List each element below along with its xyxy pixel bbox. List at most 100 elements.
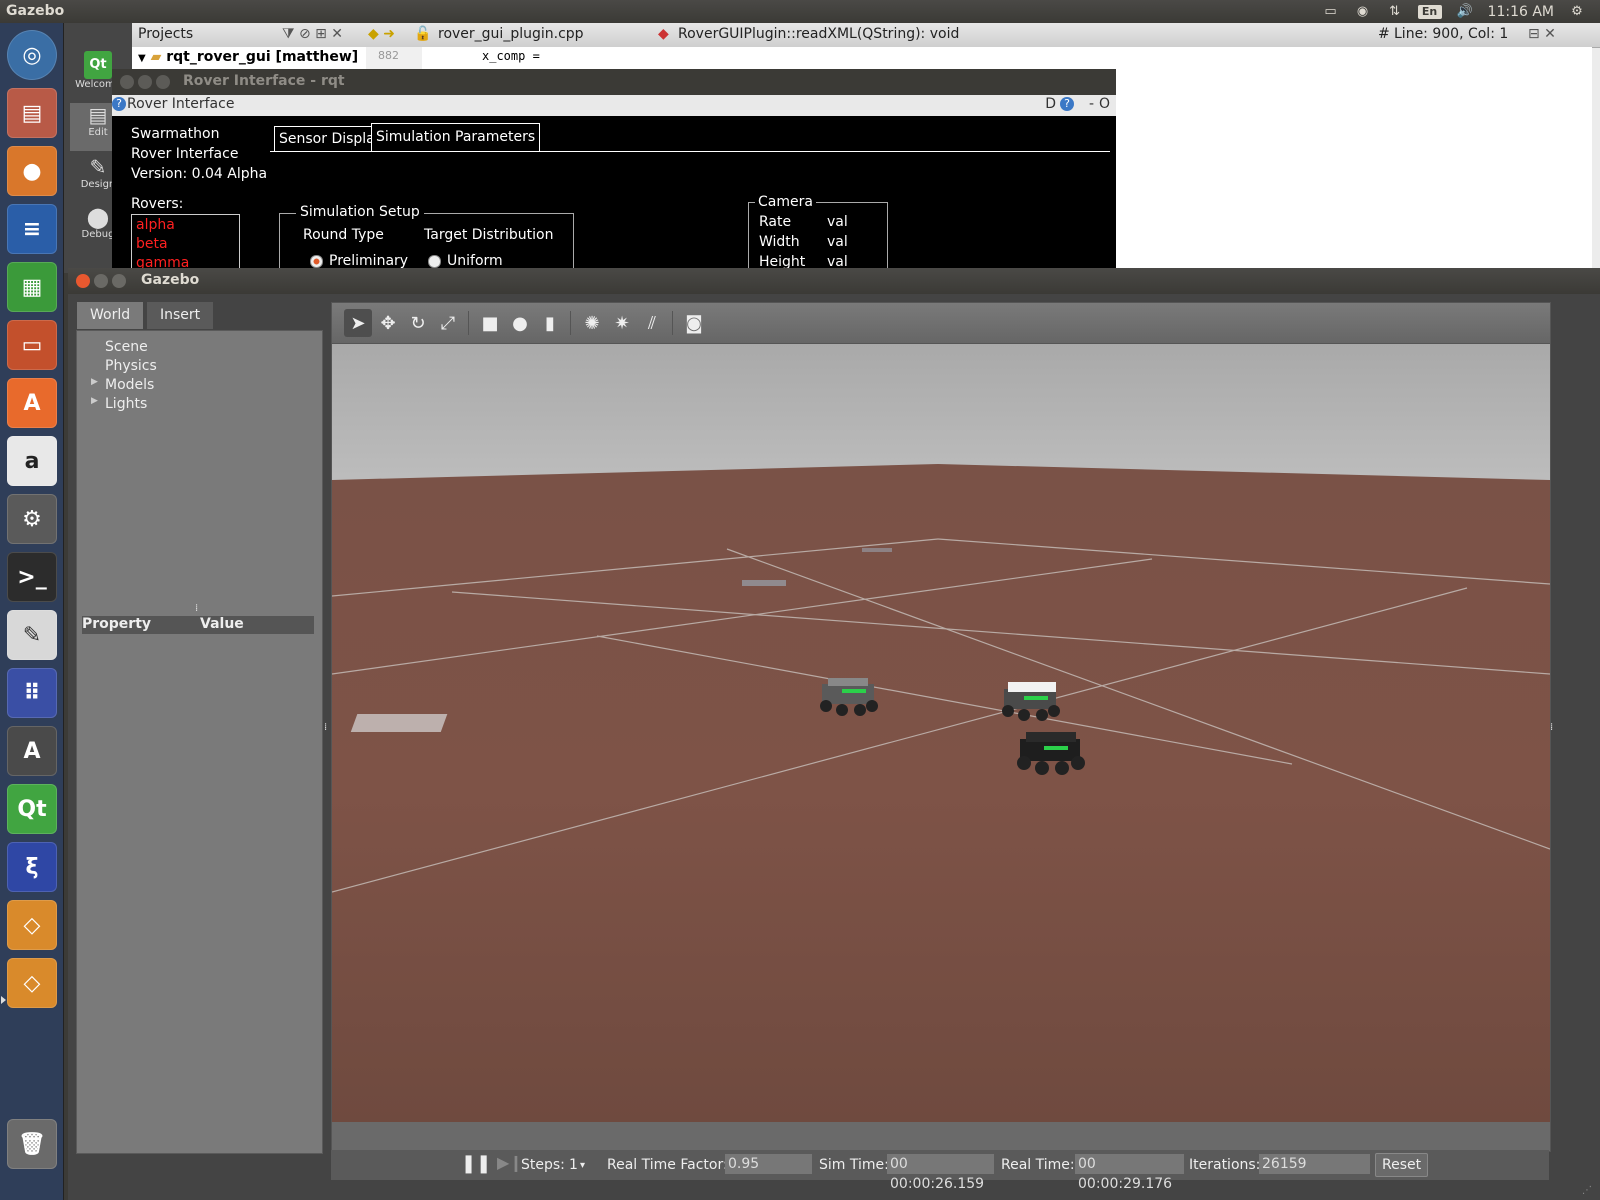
gazebo-title-bar[interactable]: Gazebo — [68, 268, 1600, 294]
radio-preliminary[interactable]: Preliminary — [310, 253, 408, 269]
gazebo-status-bar: ❚❚ ▶❙ Steps: 1 ▾ Real Time Factor: 0.95 … — [331, 1150, 1549, 1192]
tree-item-physics[interactable]: Physics — [105, 358, 157, 374]
box-icon[interactable]: ■ — [476, 309, 504, 337]
volume-icon[interactable]: 🔊 — [1456, 4, 1474, 19]
project-root-item[interactable]: ▼ ▰ rqt_rover_gui [matthew] — [138, 49, 358, 65]
cylinder-icon[interactable]: ▮ — [536, 309, 564, 337]
real-time-field: 00 00:00:29.176 — [1075, 1154, 1184, 1192]
tree-item-models[interactable]: Models — [105, 377, 154, 393]
tab-world[interactable]: World — [77, 302, 144, 329]
emacs-icon[interactable]: ξ — [7, 842, 57, 892]
split-close-icons[interactable]: ⊟ ✕ — [1528, 26, 1556, 42]
rotate-tool-icon[interactable]: ↻ — [404, 309, 432, 337]
select-tool-icon[interactable]: ➤ — [344, 309, 372, 337]
ubuntu-dash-icon[interactable]: ◎ — [7, 30, 57, 80]
pause-icon[interactable]: ❚❚ — [461, 1153, 491, 1174]
gazebo-launcher-icon[interactable]: ◇ — [7, 958, 57, 1008]
unity-launcher: ◎ ▤ ● ≡ ▦ ▭ A a ⚙ >_ ✎ ⠿ A Qt ξ ◇ ◇ 🗑 — [0, 23, 64, 1200]
function-selector[interactable]: RoverGUIPlugin::readXML(QString): void — [678, 26, 959, 42]
directional-light-icon[interactable]: ⫽ — [638, 309, 666, 337]
clock[interactable]: 11:16 AM — [1488, 4, 1554, 20]
rover-item[interactable]: alpha — [136, 217, 175, 233]
rover-list[interactable]: alpha beta gamma — [131, 214, 240, 273]
sim-time-field: 00 00:00:26.159 — [887, 1154, 994, 1192]
rover-item[interactable]: beta — [136, 236, 168, 252]
translate-tool-icon[interactable]: ✥ — [374, 309, 402, 337]
tree-item-scene[interactable]: Scene — [105, 339, 148, 355]
tab-underline — [270, 151, 1110, 152]
dock-d-button[interactable]: D — [1045, 96, 1056, 112]
rovers-label: Rovers: — [131, 196, 184, 212]
step-icon[interactable]: ▶❙ — [497, 1153, 523, 1172]
sim-time-label: Sim Time: — [819, 1157, 889, 1173]
rqt-window-title: Rover Interface - rqt — [183, 73, 345, 89]
battery-icon[interactable]: ▭ — [1322, 4, 1340, 19]
projects-selector[interactable]: Projects — [138, 26, 193, 42]
hash-icon: # — [1378, 26, 1390, 42]
left-splitter-handle[interactable]: ⁞ — [324, 722, 327, 733]
tab-simulation-parameters[interactable]: Simulation Parameters — [371, 123, 541, 152]
tree-item-lights[interactable]: Lights — [105, 396, 147, 412]
qt-creator-icon[interactable]: Qt — [7, 784, 57, 834]
lock-icon: 🔓 — [414, 26, 432, 42]
expand-arrow-icon[interactable]: ▶ — [91, 377, 98, 387]
close-icon[interactable] — [120, 75, 134, 89]
amazon-icon[interactable]: a — [7, 436, 57, 486]
impress-icon[interactable]: ▭ — [7, 320, 57, 370]
maximize-icon[interactable] — [156, 75, 170, 89]
steps-value[interactable]: 1 — [569, 1157, 578, 1173]
text-editor-icon[interactable]: ✎ — [7, 610, 57, 660]
transfer-icon[interactable]: ⇅ — [1386, 4, 1404, 19]
rqt-title-bar[interactable]: Rover Interface - rqt — [112, 69, 1116, 95]
reset-button[interactable]: Reset — [1375, 1153, 1429, 1177]
firefox-icon[interactable]: ● — [7, 146, 57, 196]
apps-grid-icon[interactable]: ⠿ — [7, 668, 57, 718]
steps-dropdown-icon[interactable]: ▾ — [580, 1160, 585, 1171]
calc-icon[interactable]: ▦ — [7, 262, 57, 312]
scale-tool-icon[interactable]: ⤢ — [434, 309, 462, 337]
rqt-dock-title[interactable]: ? Rover Interface D ? - O — [112, 95, 1116, 116]
keyboard-layout-indicator[interactable]: En — [1417, 4, 1442, 19]
spot-light-icon[interactable]: ✷ — [608, 309, 636, 337]
resize-grip-icon[interactable]: ⋰ — [1582, 1185, 1592, 1196]
open-file-selector[interactable]: rover_gui_plugin.cpp — [438, 26, 584, 42]
expand-arrow-icon[interactable]: ▶ — [91, 396, 98, 406]
rover-top — [1008, 682, 1056, 692]
help-icon[interactable]: ? — [112, 97, 126, 111]
steps-label: Steps: — [521, 1157, 565, 1173]
dock-help-icon[interactable]: ? — [1060, 97, 1074, 111]
sphere-icon[interactable]: ● — [506, 309, 534, 337]
power-gear-icon[interactable]: ⚙ — [1568, 4, 1586, 19]
files-icon[interactable]: ▤ — [7, 88, 57, 138]
system-settings-icon[interactable]: ⚙ — [7, 494, 57, 544]
nav-back-forward-icons[interactable]: ◆ ➜ — [368, 26, 395, 42]
tab-insert[interactable]: Insert — [147, 302, 214, 329]
rqt-launcher-icon[interactable]: ◇ — [7, 900, 57, 950]
code-line: x_comp = — [482, 49, 540, 63]
minimize-icon[interactable] — [94, 274, 108, 288]
software-center-icon[interactable]: A — [7, 378, 57, 428]
dock-close-icon[interactable]: O — [1099, 96, 1110, 112]
right-splitter-handle[interactable]: ⁞ — [1550, 722, 1553, 733]
network-icon[interactable]: ◉ — [1354, 4, 1372, 19]
trash-icon[interactable]: 🗑 — [7, 1119, 57, 1169]
close-icon[interactable] — [76, 274, 90, 288]
mode-edit-label: Edit — [88, 127, 108, 138]
3d-scene[interactable] — [332, 344, 1550, 1122]
collapse-arrow-icon[interactable]: ▼ — [138, 53, 146, 64]
writer-icon[interactable]: ≡ — [7, 204, 57, 254]
rover-top — [1026, 732, 1076, 742]
filter-icons[interactable]: ⧩ ⊘ ⊞ ✕ — [282, 26, 343, 42]
radio-uniform-label: Uniform — [447, 253, 503, 269]
terminal-icon[interactable]: >_ — [7, 552, 57, 602]
target-distribution-label: Target Distribution — [424, 227, 554, 243]
dock-minimize-icon[interactable]: - — [1089, 96, 1094, 112]
rqt-window: Rover Interface - rqt ? Rover Interface … — [112, 69, 1116, 273]
point-light-icon[interactable]: ✺ — [578, 309, 606, 337]
screenshot-icon[interactable]: ◙ — [680, 309, 708, 337]
software-updater-icon[interactable]: A — [7, 726, 57, 776]
radio-uniform[interactable]: Uniform — [428, 253, 503, 269]
splitter-handle[interactable]: ⁞ — [195, 603, 198, 614]
maximize-icon[interactable] — [112, 274, 126, 288]
minimize-icon[interactable] — [138, 75, 152, 89]
